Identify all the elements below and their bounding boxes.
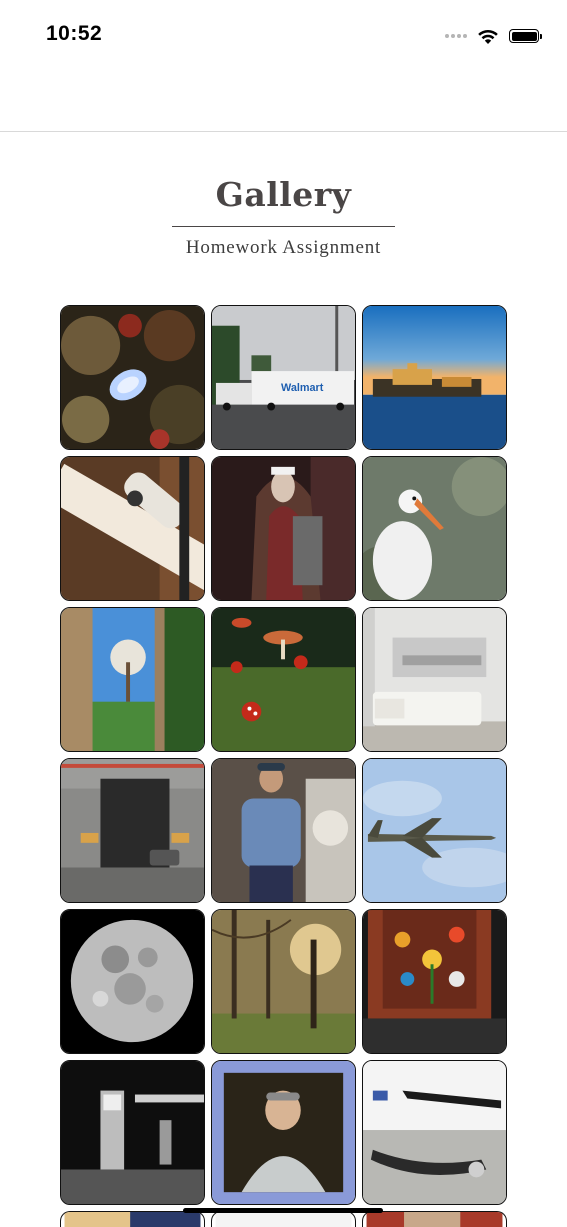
photo-tile-murphy-bed[interactable] [362,607,507,752]
parking-garage-photo [61,759,204,902]
page-subtitle: Homework Assignment [185,237,382,258]
photo-tile-castle-waterfront[interactable] [362,305,507,450]
home-indicator[interactable] [183,1208,383,1213]
photo-tile-mushrooms[interactable] [211,607,356,752]
partial-photo-1 [64,1212,201,1227]
bike-bottle-photo [61,457,204,600]
battery-icon [509,29,542,43]
photo-tile-full-moon[interactable] [60,909,205,1054]
stork-photo [363,457,506,600]
photo-tile-flower-painting[interactable] [362,909,507,1054]
photo-tile-man-sweater[interactable] [211,758,356,903]
photo-tile-stork[interactable] [362,456,507,601]
photo-tile-gas-station[interactable] [60,1060,205,1205]
photo-tile-nun-costume[interactable] [211,456,356,601]
status-bar: 10:52 [0,0,567,70]
status-icons [445,26,542,46]
photo-tile-parking-garage[interactable] [60,758,205,903]
photo-tile-stone-gate-tree[interactable] [60,607,205,752]
partial-photo-3 [366,1212,503,1227]
murphy-bed-photo [363,608,506,751]
status-time: 10:52 [46,22,103,45]
sea-slug-photo [61,306,204,449]
page-title: Gallery [215,175,352,214]
title-underline [172,226,395,227]
wifi-icon [478,29,498,44]
walmart-truck-photo: Walmart [212,306,355,449]
stone-gate-tree-photo [61,608,204,751]
photo-tile-car-parts[interactable] [362,1060,507,1205]
castle-waterfront-photo [363,306,506,449]
photo-tile-forest-sunset[interactable] [211,909,356,1054]
photo-tile-sea-slug[interactable] [60,305,205,450]
cellular-signal-icon [445,34,467,38]
photo-tile-partial-1[interactable] [60,1211,205,1227]
nav-bar-divider [0,131,567,132]
man-sweater-photo [212,759,355,902]
gas-station-photo [61,1061,204,1204]
photo-tile-walmart-truck[interactable]: Walmart [211,305,356,450]
flower-painting-photo [363,910,506,1053]
gallery-header: Gallery Homework Assignment [0,170,567,259]
photo-tile-bike-bottle[interactable] [60,456,205,601]
partial-photo-2 [215,1212,352,1227]
full-moon-photo [61,910,204,1053]
portrait-painting-photo [212,1061,355,1204]
truck-logo-text: Walmart [281,382,324,394]
photo-tile-partial-3[interactable] [362,1211,507,1227]
forest-sunset-photo [212,910,355,1053]
photo-tile-partial-2[interactable] [211,1211,356,1227]
photo-tile-fighter-jet[interactable] [362,758,507,903]
fighter-jet-photo [363,759,506,902]
mushrooms-photo [212,608,355,751]
car-parts-photo [363,1061,506,1204]
nun-costume-photo [212,457,355,600]
photo-tile-portrait-painting[interactable] [211,1060,356,1205]
